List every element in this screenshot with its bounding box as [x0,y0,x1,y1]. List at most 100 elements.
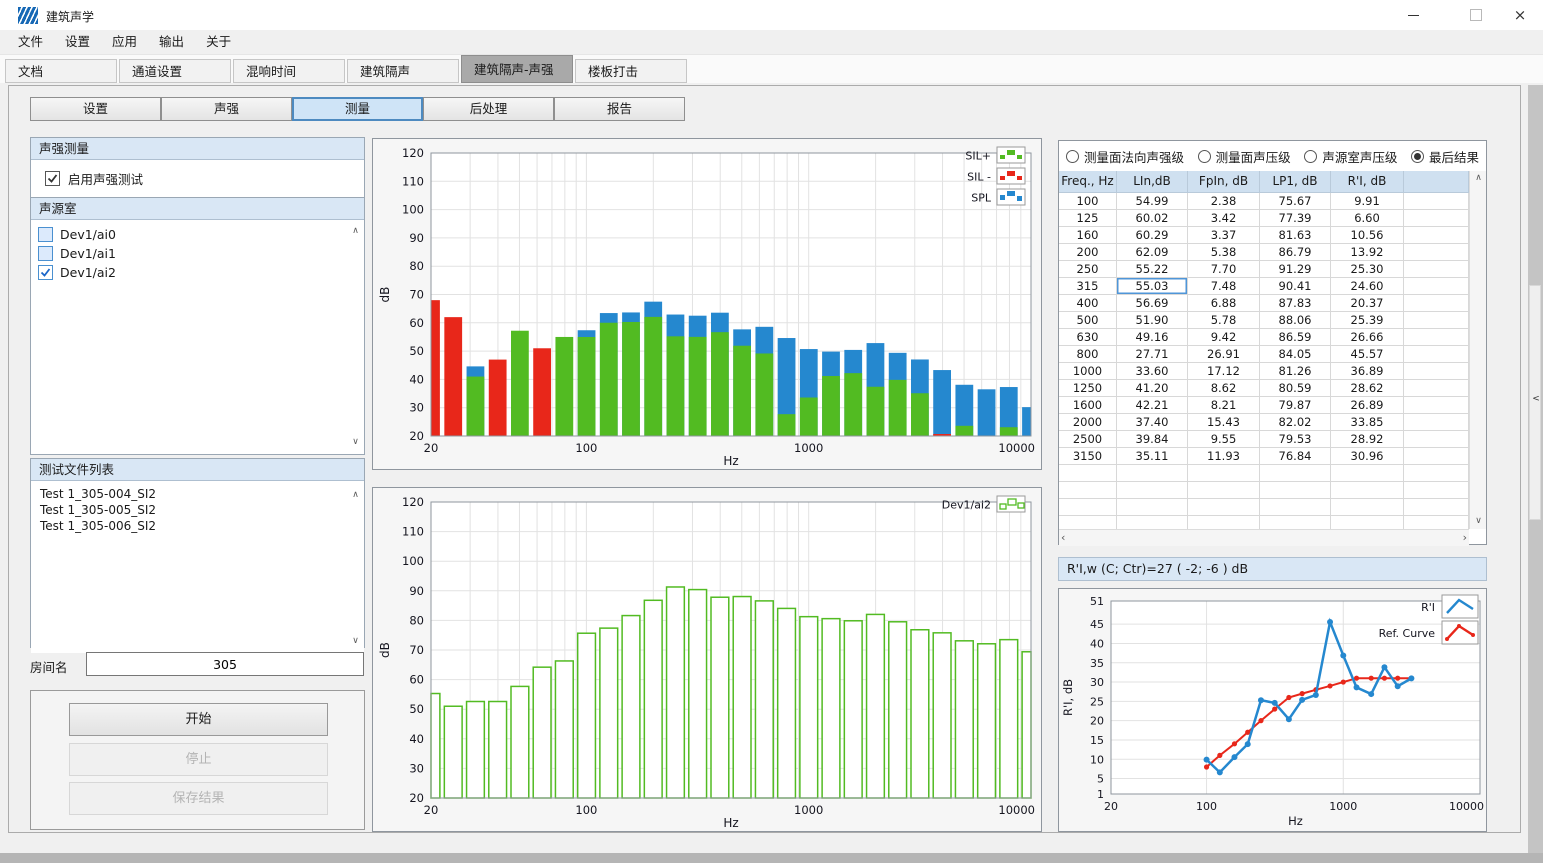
table-cell[interactable]: 33.85 [1331,414,1404,431]
table-cell[interactable]: 315 [1059,278,1117,295]
table-cell[interactable]: 77.39 [1260,210,1331,227]
table-cell[interactable]: 81.63 [1260,227,1331,244]
table-cell[interactable] [1059,482,1117,499]
table-cell[interactable]: 7.48 [1188,278,1260,295]
table-row[interactable]: 160042.218.2179.8726.89 [1059,397,1469,414]
table-cell[interactable] [1404,516,1469,529]
table-cell[interactable] [1404,380,1469,397]
table-cell[interactable] [1404,312,1469,329]
table-cell[interactable]: 25.30 [1331,261,1404,278]
main-tab-3[interactable]: 建筑隔声 [347,59,459,83]
menu-item-3[interactable]: 输出 [149,30,194,54]
table-cell[interactable] [1117,465,1188,482]
table-cell[interactable] [1188,482,1260,499]
table-cell[interactable]: 37.40 [1117,414,1188,431]
menu-item-4[interactable]: 关于 [196,30,241,54]
file-item-1[interactable]: Test 1_305-005_SI2 [31,502,364,518]
radio-option-3[interactable]: 最后结果 [1411,147,1479,166]
file-item-0[interactable]: Test 1_305-004_SI2 [31,486,364,502]
table-cell[interactable] [1404,431,1469,448]
table-cell[interactable]: 33.60 [1117,363,1188,380]
table-cell[interactable]: 100 [1059,193,1117,210]
table-cell[interactable] [1404,295,1469,312]
subtab-3[interactable]: 后处理 [423,97,554,121]
table-row[interactable]: 80027.7126.9184.0545.57 [1059,346,1469,363]
table-cell[interactable]: 49.16 [1117,329,1188,346]
radio-option-0[interactable]: 测量面法向声强级 [1066,147,1184,166]
table-cell[interactable]: 36.89 [1331,363,1404,380]
table-cell[interactable] [1404,227,1469,244]
scroll-right-icon[interactable]: › [1463,530,1467,546]
table-row[interactable]: 10054.992.3875.679.91 [1059,193,1469,210]
table-cell[interactable]: 8.62 [1188,380,1260,397]
table-cell[interactable]: 26.89 [1331,397,1404,414]
table-cell[interactable] [1331,516,1404,529]
table-cell[interactable]: 84.05 [1260,346,1331,363]
table-row[interactable]: 50051.905.7888.0625.39 [1059,312,1469,329]
table-cell[interactable]: 51.90 [1117,312,1188,329]
table-row[interactable] [1059,516,1469,529]
table-cell[interactable]: 2.38 [1188,193,1260,210]
table-cell[interactable]: 6.88 [1188,295,1260,312]
table-row[interactable]: 20062.095.3886.7913.92 [1059,244,1469,261]
table-cell[interactable]: 82.02 [1260,414,1331,431]
table-cell[interactable] [1117,516,1188,529]
table-cell[interactable]: 86.59 [1260,329,1331,346]
table-cell[interactable]: 41.20 [1117,380,1188,397]
main-tab-4[interactable]: 建筑隔声-声强 [461,55,573,83]
channel-item-0[interactable]: Dev1/ai0 [31,220,364,244]
table-cell[interactable]: 8.21 [1188,397,1260,414]
maximize-button[interactable] [1453,0,1499,30]
scroll-down-icon[interactable]: ∨ [1470,514,1487,529]
table-cell[interactable]: 28.92 [1331,431,1404,448]
save-results-button[interactable]: 保存结果 [69,782,328,815]
table-cell[interactable]: 56.69 [1117,295,1188,312]
table-cell[interactable] [1404,193,1469,210]
table-cell[interactable]: 5.78 [1188,312,1260,329]
table-cell[interactable]: 3150 [1059,448,1117,465]
table-row[interactable] [1059,465,1469,482]
table-cell[interactable]: 250 [1059,261,1117,278]
table-cell[interactable]: 75.67 [1260,193,1331,210]
main-tab-1[interactable]: 通道设置 [119,59,231,83]
table-cell[interactable]: 125 [1059,210,1117,227]
table-cell[interactable]: 800 [1059,346,1117,363]
table-cell[interactable] [1117,482,1188,499]
table-cell[interactable] [1404,210,1469,227]
table-cell[interactable] [1117,499,1188,516]
scroll-left-icon[interactable]: ‹ [1061,530,1065,546]
scroll-up-icon[interactable]: ∧ [1470,171,1487,186]
table-cell[interactable]: 60.02 [1117,210,1188,227]
table-row[interactable]: 125041.208.6280.5928.62 [1059,380,1469,397]
table-row[interactable]: 200037.4015.4382.0233.85 [1059,414,1469,431]
enable-intensity-checkbox[interactable]: 启用声强测试 [31,160,364,198]
table-cell[interactable]: 9.55 [1188,431,1260,448]
table-cell[interactable]: 27.71 [1117,346,1188,363]
table-cell[interactable] [1260,482,1331,499]
table-cell[interactable]: 42.21 [1117,397,1188,414]
menu-item-2[interactable]: 应用 [102,30,147,54]
table-row[interactable]: 25055.227.7091.2925.30 [1059,261,1469,278]
table-cell[interactable]: 200 [1059,244,1117,261]
table-cell[interactable] [1404,363,1469,380]
table-cell[interactable]: 2000 [1059,414,1117,431]
table-cell[interactable]: 1250 [1059,380,1117,397]
minimize-button[interactable] [1390,0,1436,30]
scroll-down-icon[interactable]: ∨ [348,634,363,649]
table-cell[interactable]: 87.83 [1260,295,1331,312]
table-cell[interactable]: 81.26 [1260,363,1331,380]
table-cell[interactable]: 500 [1059,312,1117,329]
main-tab-5[interactable]: 楼板打击 [575,59,687,83]
table-cell[interactable]: 35.11 [1117,448,1188,465]
table-vertical-scrollbar[interactable]: ∧ ∨ [1469,171,1486,529]
table-cell[interactable] [1188,465,1260,482]
table-cell[interactable]: 1000 [1059,363,1117,380]
table-cell[interactable]: 25.39 [1331,312,1404,329]
table-cell[interactable] [1404,261,1469,278]
table-row[interactable] [1059,499,1469,516]
close-button[interactable]: × [1497,0,1543,30]
table-cell[interactable] [1188,516,1260,529]
table-row[interactable]: 250039.849.5579.5328.92 [1059,431,1469,448]
channel-item-1[interactable]: Dev1/ai1 [31,244,364,263]
table-cell[interactable]: 24.60 [1331,278,1404,295]
